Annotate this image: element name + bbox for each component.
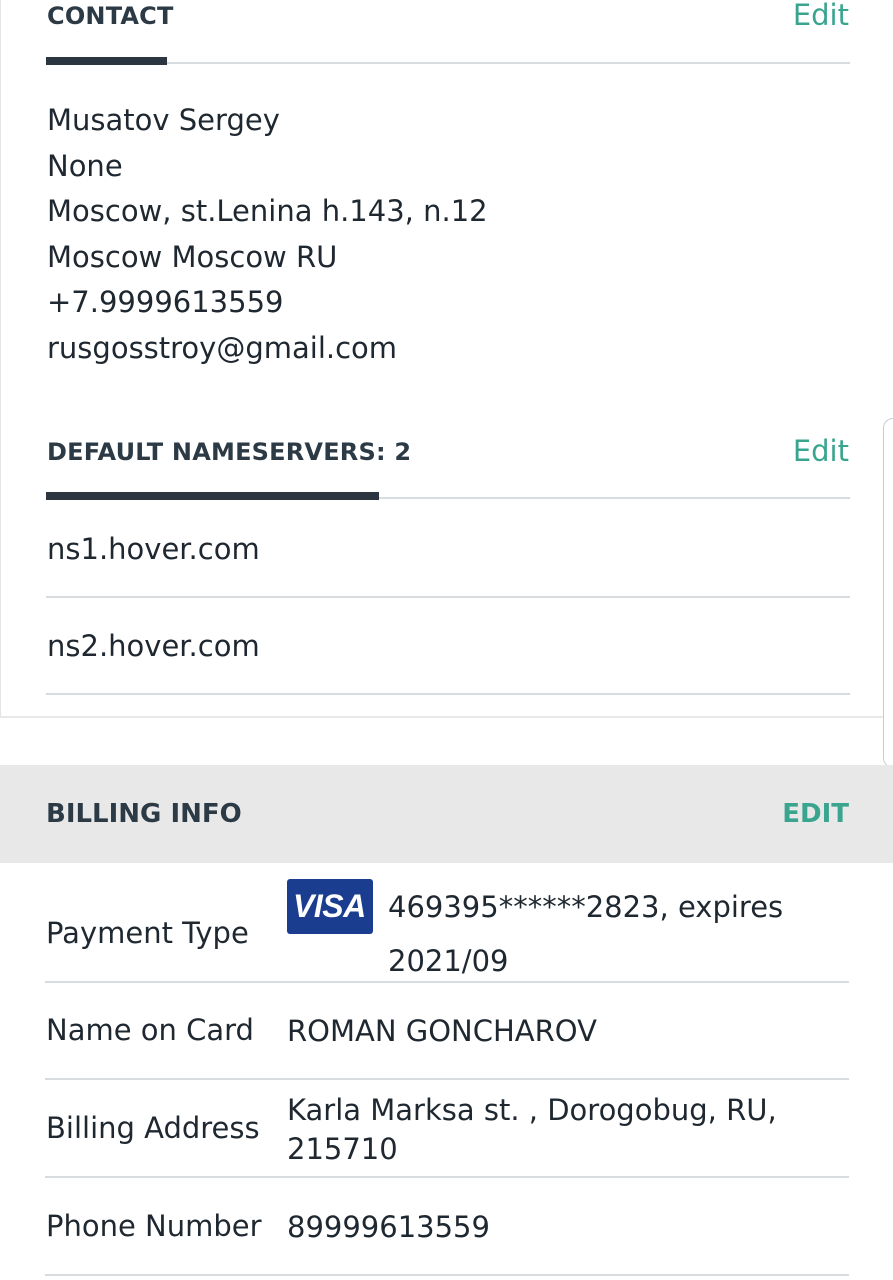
visa-logo-text: VISA bbox=[293, 888, 366, 924]
domain-details-card: CONTACT Edit Musatov Sergey None Moscow,… bbox=[0, 0, 893, 718]
phone-number-label: Phone Number bbox=[46, 1209, 262, 1243]
contact-phone: +7.9999613559 bbox=[47, 285, 284, 319]
contact-active-underline bbox=[46, 57, 167, 65]
nameservers-edit-link[interactable]: Edit bbox=[793, 434, 849, 468]
nameservers-section-title: DEFAULT NAMESERVERS: 2 bbox=[47, 438, 412, 466]
payment-type-card-number: 469395******2823, expires bbox=[388, 890, 784, 924]
billing-row-divider bbox=[45, 981, 849, 983]
contact-street-address: Moscow, st.Lenina h.143, n.12 bbox=[47, 194, 488, 228]
billing-section-title: BILLING INFO bbox=[46, 799, 242, 829]
payment-type-label: Payment Type bbox=[46, 916, 249, 950]
billing-header: BILLING INFO EDIT bbox=[0, 765, 893, 863]
nameservers-active-underline bbox=[46, 492, 379, 500]
nameserver-item-2: ns2.hover.com bbox=[47, 629, 260, 663]
billing-row-divider bbox=[45, 1176, 849, 1178]
nameserver-item-1: ns1.hover.com bbox=[47, 532, 260, 566]
visa-logo-icon: VISA bbox=[287, 879, 373, 934]
phone-number-value: 89999613559 bbox=[287, 1210, 490, 1244]
contact-organization: None bbox=[47, 148, 123, 183]
billing-address-label: Billing Address bbox=[46, 1111, 260, 1145]
contact-name: Musatov Sergey bbox=[47, 103, 280, 137]
nameserver-divider bbox=[46, 596, 850, 598]
contact-email: rusgosstroy@gmail.com bbox=[47, 330, 398, 365]
billing-address-line1: Karla Marksa st. , Dorogobug, RU, bbox=[287, 1093, 777, 1127]
billing-address-line2: 215710 bbox=[287, 1132, 398, 1166]
billing-edit-link[interactable]: EDIT bbox=[782, 799, 849, 829]
name-on-card-value: ROMAN GONCHAROV bbox=[287, 1014, 597, 1048]
contact-details: Musatov Sergey None Moscow, st.Lenina h.… bbox=[47, 98, 488, 371]
billing-row-divider bbox=[45, 1078, 849, 1080]
contact-edit-link[interactable]: Edit bbox=[793, 0, 849, 32]
nameserver-divider bbox=[46, 693, 850, 695]
scroll-handle[interactable] bbox=[883, 418, 893, 768]
contact-city-region: Moscow Moscow RU bbox=[47, 239, 338, 274]
name-on-card-label: Name on Card bbox=[46, 1013, 254, 1047]
contact-section-title: CONTACT bbox=[47, 2, 174, 30]
payment-type-expiry: 2021/09 bbox=[388, 944, 509, 978]
billing-row-divider bbox=[45, 1274, 849, 1276]
